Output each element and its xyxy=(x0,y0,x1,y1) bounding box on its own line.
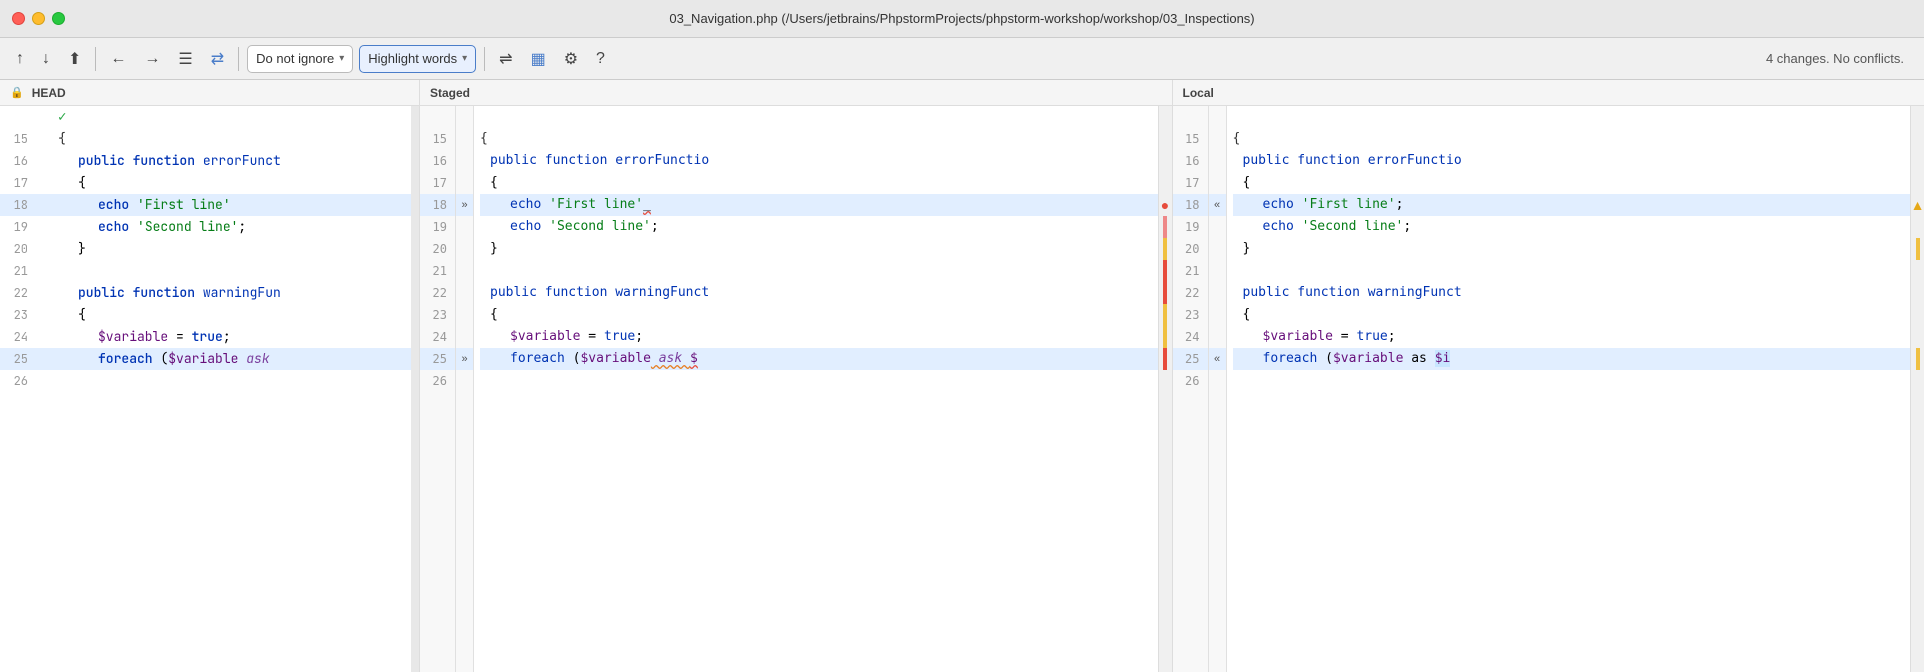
code-line: 24 $variable = true; xyxy=(0,326,419,348)
list-button[interactable]: ☰ xyxy=(172,45,198,73)
code-line: 21 xyxy=(0,260,419,282)
chevron-down-icon-2: ▾ xyxy=(462,53,467,64)
separator-2 xyxy=(238,47,239,71)
code-line-highlighted: 18 echo 'First line' xyxy=(0,194,419,216)
separator-1 xyxy=(95,47,96,71)
center-line-nums-left: 15 16 17 18 19 20 21 22 23 24 25 26 xyxy=(420,106,456,672)
chevron-down-icon: ▾ xyxy=(339,53,344,64)
help-button[interactable]: ? xyxy=(590,46,611,72)
app-window: 03_Navigation.php (/Users/jetbrains/Phps… xyxy=(0,0,1924,672)
highlight-words-dropdown[interactable]: Highlight words ▾ xyxy=(359,45,476,73)
minimize-button[interactable] xyxy=(32,12,45,25)
right-panel-header: Local xyxy=(1173,80,1924,106)
left-panel-content[interactable]: ✓ 15 { 16 public function errorFunct xyxy=(0,106,419,672)
center-panel: Staged 15 16 17 18 19 20 21 22 23 24 25 xyxy=(420,80,1173,672)
forward-button[interactable]: → xyxy=(138,46,166,72)
left-panel-title: HEAD xyxy=(32,86,66,100)
move-down-button[interactable]: ↓ xyxy=(36,46,56,72)
toolbar: ↑ ↓ ⬆ ← → ☰ ⇄ Do not ignore ▾ Highlight … xyxy=(0,38,1924,80)
code-line: ✓ xyxy=(0,106,419,128)
move-up-button[interactable]: ↑ xyxy=(10,46,30,72)
apply-change-button[interactable]: ⬆ xyxy=(62,45,87,73)
code-line: 22 public function warningFun xyxy=(0,282,419,304)
do-not-ignore-dropdown[interactable]: Do not ignore ▾ xyxy=(247,45,353,73)
center-code-content: { public function errorFunctio { echo 'F… xyxy=(474,106,1158,672)
title-bar: 03_Navigation.php (/Users/jetbrains/Phps… xyxy=(0,0,1924,38)
center-panel-title: Staged xyxy=(430,86,470,100)
close-button[interactable] xyxy=(12,12,25,25)
right-panel-title: Local xyxy=(1183,86,1214,100)
code-line: 26 xyxy=(0,370,419,392)
do-not-ignore-label: Do not ignore xyxy=(256,51,334,66)
settings-button[interactable]: ⚙ xyxy=(558,45,584,73)
back-button[interactable]: ← xyxy=(104,46,132,72)
left-panel-header: 🔒 HEAD xyxy=(0,80,419,106)
highlight-words-label: Highlight words xyxy=(368,51,457,66)
code-line: 17 { xyxy=(0,172,419,194)
adjust-button[interactable]: ⇌ xyxy=(493,45,518,73)
diff-area: 🔒 HEAD ✓ 15 { 1 xyxy=(0,80,1924,672)
right-code-content: { public function errorFunctio { echo 'F… xyxy=(1227,106,1911,672)
right-panel-content[interactable]: 15 16 17 18 19 20 21 22 23 24 25 26 xyxy=(1173,106,1924,672)
code-line: 19 echo 'Second line'; xyxy=(0,216,419,238)
right-panel: Local 15 16 17 18 19 20 21 22 23 24 25 xyxy=(1173,80,1924,672)
maximize-button[interactable] xyxy=(52,12,65,25)
traffic-lights xyxy=(12,12,65,25)
code-line: 23 { xyxy=(0,304,419,326)
code-line: 16 public function errorFunct xyxy=(0,150,419,172)
center-panel-header: Staged xyxy=(420,80,1172,106)
right-diff-gutter: ▲ xyxy=(1910,106,1924,672)
status-text: 4 changes. No conflicts. xyxy=(1766,51,1914,66)
code-line: 20 } xyxy=(0,238,419,260)
sync-button[interactable]: ⇄ xyxy=(205,45,230,73)
center-panel-content[interactable]: 15 16 17 18 19 20 21 22 23 24 25 26 xyxy=(420,106,1172,672)
code-line: 15 { xyxy=(0,128,419,150)
center-arrows: » » xyxy=(456,106,474,672)
left-panel: 🔒 HEAD ✓ 15 { 1 xyxy=(0,80,420,672)
right-line-nums-left: 15 16 17 18 19 20 21 22 23 24 25 26 xyxy=(1173,106,1209,672)
center-diff-gutter: ● xyxy=(1158,106,1172,672)
columns-button[interactable]: ▦ xyxy=(525,45,552,73)
lock-icon: 🔒 xyxy=(10,86,24,99)
right-arrows: « « xyxy=(1209,106,1227,672)
separator-3 xyxy=(484,47,485,71)
code-line-highlighted: 25 foreach ($variable ask xyxy=(0,348,419,370)
left-scrollbar[interactable] xyxy=(411,106,419,672)
window-title: 03_Navigation.php (/Users/jetbrains/Phps… xyxy=(669,11,1254,26)
left-code-view: ✓ 15 { 16 public function errorFunct xyxy=(0,106,419,672)
